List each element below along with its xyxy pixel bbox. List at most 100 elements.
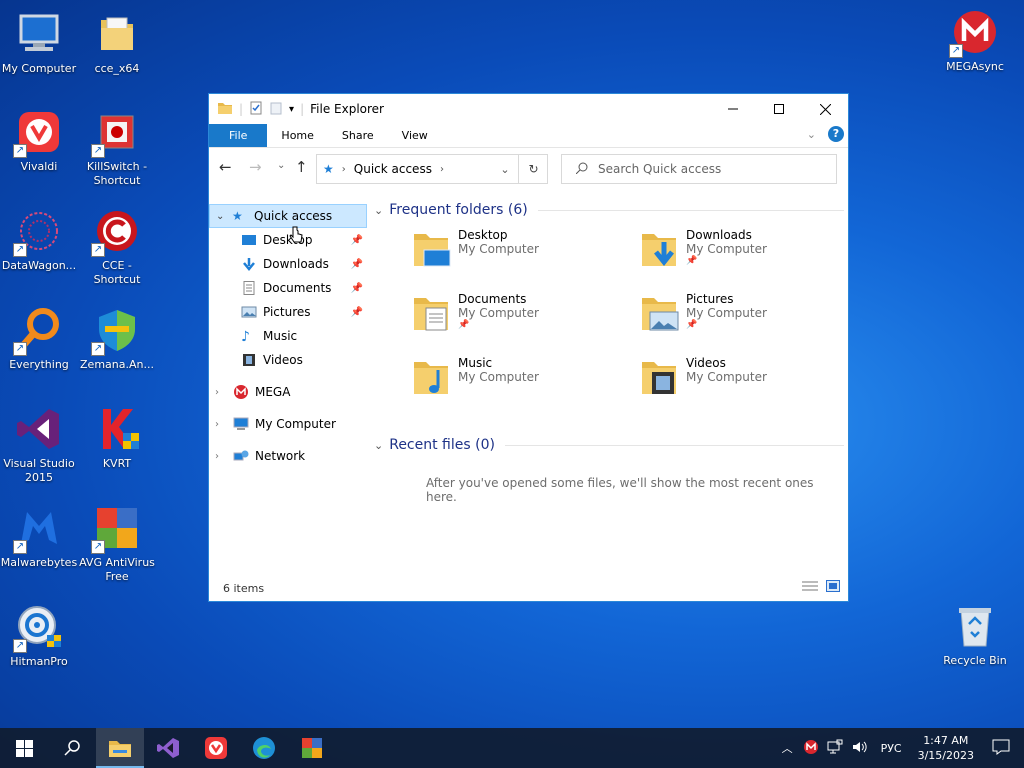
forward-button[interactable]: →: [249, 158, 262, 176]
desktop-icon-recycle-bin[interactable]: Recycle Bin: [936, 602, 1014, 668]
large-icons-view-icon[interactable]: [826, 580, 840, 595]
visual-studio-icon: [157, 738, 179, 758]
search-button[interactable]: [48, 728, 96, 768]
breadcrumb-quick-access[interactable]: Quick access: [354, 162, 432, 176]
up-button[interactable]: ↑: [295, 158, 308, 176]
desktop-icon-killswitch[interactable]: ↗ KillSwitch - Shortcut: [78, 108, 156, 188]
desktop-icon-zemana[interactable]: ↗ Zemana.An...: [78, 306, 156, 372]
clock[interactable]: 1:47 AM 3/15/2023: [910, 733, 982, 763]
nav-network[interactable]: › Network: [209, 444, 367, 468]
desktop-icon-label: Recycle Bin: [943, 654, 1007, 667]
nav-mega[interactable]: › MEGA: [209, 380, 367, 404]
taskbar-edge[interactable]: [240, 728, 288, 768]
nav-my-computer[interactable]: › My Computer: [209, 412, 367, 436]
desktop-icon-hitmanpro[interactable]: ↗ HitmanPro: [0, 603, 78, 669]
group-title: Frequent folders (6): [389, 202, 528, 218]
clock-date: 3/15/2023: [917, 749, 974, 762]
network-tray-icon[interactable]: [823, 739, 847, 758]
cce-icon: ↗: [91, 207, 141, 257]
show-hidden-icons-chevron-icon[interactable]: ︿: [776, 740, 799, 756]
desktop-icon-label: KillSwitch - Shortcut: [86, 160, 148, 187]
folder-tile-videos[interactable]: Videos My Computer: [638, 356, 838, 412]
mega-tray-icon[interactable]: [799, 739, 823, 758]
expand-chevron-icon[interactable]: ›: [215, 451, 233, 462]
expand-ribbon-chevron-icon[interactable]: ⌄: [807, 128, 816, 141]
desktop-icon-label: Zemana.An...: [80, 358, 154, 371]
properties-icon[interactable]: [249, 101, 263, 118]
pin-icon: 📌: [350, 282, 363, 294]
title-bar[interactable]: | ▾ | File Explorer: [209, 94, 848, 124]
folder-icon: [93, 10, 141, 58]
nav-quick-access[interactable]: ⌄ ★ Quick access: [209, 204, 367, 228]
picture-icon: [241, 305, 257, 319]
taskbar-vivaldi[interactable]: [192, 728, 240, 768]
tab-file[interactable]: File: [209, 124, 268, 147]
expand-chevron-icon[interactable]: ›: [215, 387, 233, 398]
desktop-icon-cce[interactable]: ↗ CCE - Shortcut: [78, 207, 156, 287]
recent-files-header[interactable]: ⌄ Recent files (0): [374, 435, 844, 455]
folder-tile-pictures[interactable]: Pictures My Computer 📌: [638, 292, 838, 348]
collapse-chevron-icon[interactable]: ⌄: [374, 204, 383, 217]
file-explorer-icon: [109, 741, 131, 757]
avg-icon: [302, 738, 322, 758]
nav-music[interactable]: ♪ Music: [209, 324, 367, 348]
nav-label: Music: [263, 329, 298, 343]
window-controls: [710, 94, 848, 124]
taskbar-avg[interactable]: [288, 728, 336, 768]
nav-videos[interactable]: Videos: [209, 348, 367, 372]
folder-tile-downloads[interactable]: Downloads My Computer 📌: [638, 228, 838, 284]
new-folder-icon[interactable]: [269, 101, 283, 118]
desktop-icon-everything[interactable]: ↗ Everything: [0, 306, 78, 372]
back-button[interactable]: ←: [219, 158, 232, 176]
folder-tile-documents[interactable]: Documents My Computer 📌: [410, 292, 610, 348]
taskbar-visual-studio[interactable]: [144, 728, 192, 768]
pictures-folder-icon: [638, 292, 680, 334]
desktop-icon-avg[interactable]: ↗ AVG AntiVirus Free: [78, 504, 156, 584]
malwarebytes-icon: ↗: [13, 504, 63, 554]
search-box[interactable]: Search Quick access: [561, 154, 837, 184]
recent-locations-dropdown[interactable]: ⌄: [277, 160, 285, 171]
desktop-icon-label: CCE - Shortcut: [93, 259, 141, 286]
desktop-icon-cce-x64[interactable]: cce_x64: [78, 10, 156, 76]
nav-documents[interactable]: Documents 📌: [209, 276, 367, 300]
desktop-icon-malwarebytes[interactable]: ↗ Malwarebytes: [0, 504, 78, 570]
customize-qat-dropdown-icon[interactable]: ▾: [289, 104, 294, 115]
start-button[interactable]: [0, 728, 48, 768]
details-view-icon[interactable]: [802, 580, 818, 595]
desktop-icon-datawagon[interactable]: ↗ DataWagon...: [0, 207, 78, 273]
tab-share[interactable]: Share: [328, 124, 388, 147]
notification-center-icon[interactable]: [982, 739, 1024, 758]
volume-icon[interactable]: [847, 739, 873, 758]
expand-chevron-icon[interactable]: ›: [215, 419, 233, 430]
maximize-button[interactable]: [756, 94, 802, 124]
desktop-icon-my-computer[interactable]: My Computer: [0, 10, 78, 76]
music-folder-icon: [410, 356, 452, 398]
input-language-indicator[interactable]: РУС: [873, 742, 910, 755]
folder-icon: [217, 101, 233, 118]
breadcrumb-chevron-icon[interactable]: ›: [342, 164, 346, 175]
nav-desktop[interactable]: Desktop 📌: [209, 228, 367, 252]
breadcrumb-chevron-icon[interactable]: ›: [440, 164, 444, 175]
shortcut-arrow-icon: ↗: [91, 540, 105, 554]
desktop-icon-megasync[interactable]: ↗ MEGAsync: [936, 8, 1014, 74]
nav-pictures[interactable]: Pictures 📌: [209, 300, 367, 324]
taskbar-file-explorer[interactable]: [96, 728, 144, 768]
refresh-button[interactable]: ↻: [518, 154, 548, 184]
folder-tile-music[interactable]: Music My Computer: [410, 356, 610, 412]
desktop-icon-label: HitmanPro: [10, 655, 68, 668]
folder-tile-desktop[interactable]: Desktop My Computer: [410, 228, 610, 284]
tab-view[interactable]: View: [388, 124, 442, 147]
desktop-icon-kvrt[interactable]: KVRT: [78, 405, 156, 471]
address-dropdown-button[interactable]: ⌄: [494, 154, 516, 184]
close-button[interactable]: [802, 94, 848, 124]
help-icon[interactable]: ?: [828, 126, 844, 142]
nav-label: My Computer: [255, 417, 336, 431]
tab-home[interactable]: Home: [267, 124, 327, 147]
desktop-icon-vivaldi[interactable]: ↗ Vivaldi: [0, 108, 78, 174]
minimize-button[interactable]: [710, 94, 756, 124]
nav-downloads[interactable]: Downloads 📌: [209, 252, 367, 276]
collapse-chevron-icon[interactable]: ⌄: [374, 439, 383, 452]
desktop-icon-visual-studio[interactable]: Visual Studio 2015: [0, 405, 78, 485]
frequent-folders-header[interactable]: ⌄ Frequent folders (6): [374, 200, 844, 220]
collapse-chevron-icon[interactable]: ⌄: [216, 211, 232, 222]
